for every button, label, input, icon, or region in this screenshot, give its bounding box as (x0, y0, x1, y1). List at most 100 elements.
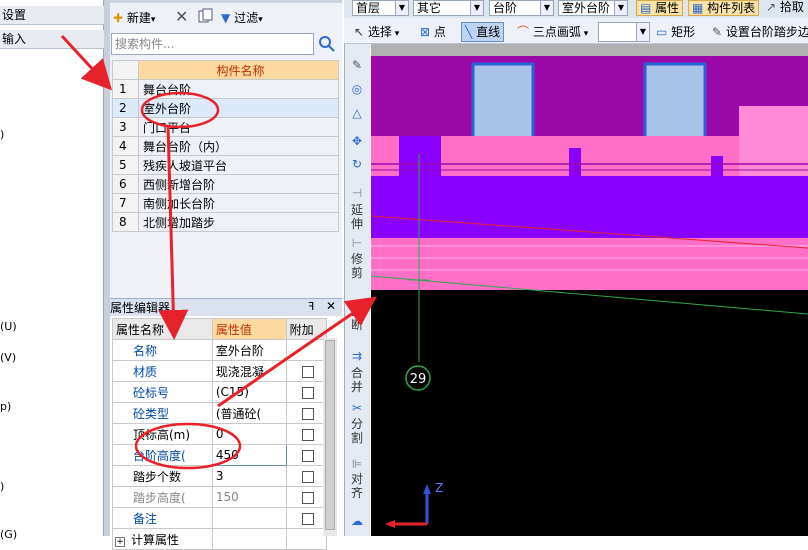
property-value[interactable]: 0 (211, 423, 287, 445)
extra-checkbox[interactable] (301, 491, 314, 504)
property-row: 名称 室外台阶 (112, 339, 328, 361)
new-icon: ✚ (113, 11, 124, 25)
menu-item-settings[interactable]: 设置 (0, 6, 104, 25)
merge-icon: ⇉ (351, 349, 363, 363)
trim-tool[interactable]: 修剪 (350, 252, 364, 280)
extra-checkbox[interactable] (301, 365, 314, 378)
cloud-icon[interactable]: ☁ (347, 514, 367, 528)
chevron-down-icon[interactable]: ▼ (540, 0, 554, 16)
column-header-property-value: 属性值 (211, 318, 287, 340)
axis-number-label: 29 (410, 372, 427, 387)
point-button[interactable]: ⊠ 点 (420, 22, 446, 42)
split-tool[interactable]: 分割 (350, 417, 364, 445)
line-button[interactable]: ╲ 直线 (461, 22, 505, 42)
break-tool[interactable]: 打断 (350, 304, 364, 332)
new-component-button[interactable]: ✚ 新建▾ (113, 8, 155, 28)
flip-icon[interactable]: △ (347, 106, 367, 120)
column-header-extra: 附加 (285, 318, 328, 340)
mirror-icon[interactable]: ◎ (347, 82, 367, 96)
scrollbar-thumb[interactable] (325, 340, 335, 530)
delete-icon[interactable]: ✕ (175, 7, 188, 27)
merge-tool[interactable]: 合并 (350, 366, 364, 394)
property-row: 材质 现浇混凝 (112, 360, 328, 382)
column-header-name[interactable]: 构件名称 (138, 60, 339, 80)
chevron-down-icon[interactable]: ▼ (636, 22, 650, 42)
line-style-dropdown[interactable] (598, 22, 638, 42)
search-icon[interactable] (316, 33, 338, 55)
pen-icon[interactable]: ✎ (347, 58, 367, 72)
set-step-edge-button[interactable]: ✎ 设置台阶踏步边 (712, 22, 808, 42)
table-row[interactable]: 4 舞台台阶（内） (112, 136, 339, 156)
point-icon: ⊠ (420, 25, 431, 39)
select-button[interactable]: ↖ 选择 ▾ (354, 22, 399, 42)
table-row[interactable]: 1 舞台台阶 (112, 79, 339, 99)
extra-checkbox[interactable] (301, 386, 314, 399)
arc-button[interactable]: ⌒ 三点画弧 ▾ (517, 22, 588, 42)
left-panel (0, 0, 104, 536)
extend-tool[interactable]: 延伸 (350, 203, 364, 231)
chevron-down-icon[interactable]: ▼ (470, 0, 484, 16)
key-hint: (U) (0, 320, 17, 333)
key-hint: (G) (0, 528, 18, 541)
property-editor-title: 属性编辑器 (110, 301, 171, 315)
chevron-down-icon[interactable]: ▼ (614, 0, 628, 16)
rectangle-icon: ▭ (656, 25, 668, 39)
extra-checkbox[interactable] (301, 449, 314, 462)
property-row: 台阶高度(450 (112, 444, 328, 466)
align-tool[interactable]: 对齐 (350, 472, 364, 500)
trim-icon: ⊢ (351, 236, 363, 250)
extend-icon: ⊣ (351, 186, 363, 200)
chevron-down-icon[interactable]: ▼ (395, 0, 409, 16)
cursor-icon: ↖ (354, 25, 365, 39)
search-input[interactable]: 搜索构件... (111, 33, 314, 55)
rotate-icon[interactable]: ↻ (347, 157, 367, 171)
category-dropdown[interactable]: 其它 (413, 0, 473, 16)
filter-button[interactable]: ▼ 过滤▾ (221, 8, 263, 28)
extra-checkbox[interactable] (301, 407, 314, 420)
column-header-property-name: 属性名称 (112, 318, 213, 340)
type-dropdown[interactable]: 台阶 (489, 0, 544, 16)
property-icon: ▤ (640, 1, 652, 15)
expand-icon[interactable]: + (115, 536, 125, 547)
property-value[interactable] (211, 507, 287, 529)
filter-icon: ▼ (221, 11, 231, 25)
property-value[interactable]: 现浇混凝 (211, 360, 287, 382)
property-table: 属性名称 属性值 附加 名称 室外台阶 材质 现浇混凝 砼标号 (C15) 砼类型 (普… (112, 318, 328, 550)
align-icon: ⊫ (351, 457, 363, 471)
menu-item-import[interactable]: 输入 (0, 30, 104, 49)
pick-icon: ↗ (766, 0, 777, 14)
list-icon: ▦ (692, 1, 704, 15)
property-row: 踏步个数 3 (112, 465, 328, 487)
table-row[interactable]: 3 门口平台 (112, 117, 339, 137)
property-value[interactable]: 3 (211, 465, 287, 487)
property-value[interactable]: 室外台阶 (211, 339, 287, 361)
table-row[interactable]: 7 南侧加长台阶 (112, 193, 339, 213)
table-row-selected[interactable]: 2 室外台阶 (112, 98, 339, 118)
extra-checkbox[interactable] (301, 428, 314, 441)
property-row: 砼类型 (普通砼( (112, 402, 328, 424)
axis-z-label: Z (435, 481, 443, 495)
extra-checkbox[interactable] (301, 512, 314, 525)
property-button[interactable]: ▤ 属性 (636, 0, 684, 16)
key-hint: p) (0, 400, 12, 413)
drawing-canvas[interactable]: 29 Z (371, 44, 808, 536)
rectangle-button[interactable]: ▭ 矩形 (656, 22, 695, 42)
line-icon: ╲ (465, 25, 473, 39)
pick-button[interactable]: ↗ 拾取 (764, 0, 806, 16)
move-icon[interactable]: ✥ (347, 134, 367, 148)
extra-checkbox[interactable] (301, 470, 314, 483)
row-number-header (112, 60, 139, 80)
table-row[interactable]: 8 北侧增加踏步 (112, 212, 339, 232)
component-list-button[interactable]: ▦ 构件列表 (688, 0, 760, 16)
copy-icon[interactable] (197, 8, 213, 28)
property-value[interactable]: (普通砼( (211, 402, 287, 424)
close-icon[interactable]: ✕ (326, 299, 336, 313)
property-row: 砼标号 (C15) (112, 381, 328, 403)
property-group-row[interactable]: + 计算属性 (112, 528, 328, 550)
table-row[interactable]: 5 残疾人坡道平台 (112, 155, 339, 175)
property-value-input[interactable]: 450 (211, 444, 287, 466)
table-row[interactable]: 6 西侧新增台阶 (112, 174, 339, 194)
property-value[interactable]: (C15) (211, 381, 287, 403)
pin-icon[interactable]: ꟻ (308, 300, 314, 313)
property-row: 备注 (112, 507, 328, 529)
